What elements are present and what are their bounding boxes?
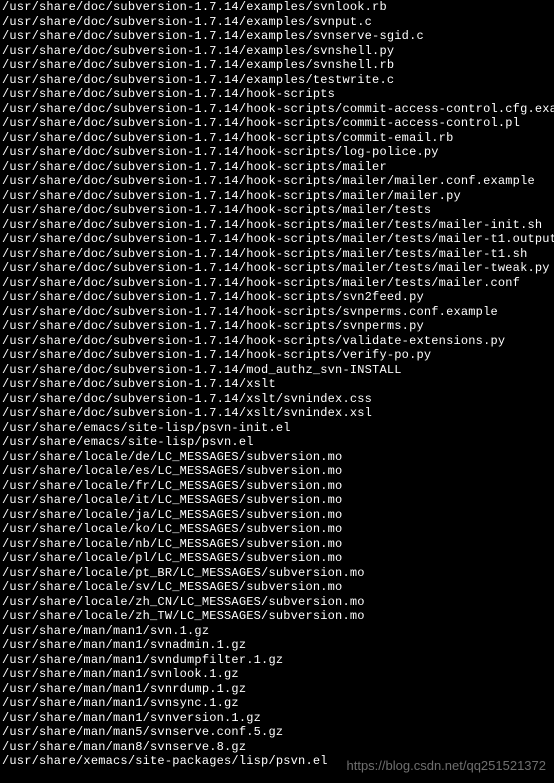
terminal-line: /usr/share/doc/subversion-1.7.14/hook-sc…: [2, 261, 552, 276]
terminal-line: /usr/share/locale/it/LC_MESSAGES/subvers…: [2, 493, 552, 508]
terminal-line: /usr/share/doc/subversion-1.7.14/hook-sc…: [2, 218, 552, 233]
terminal-line: /usr/share/man/man1/svnsync.1.gz: [2, 696, 552, 711]
terminal-line: /usr/share/doc/subversion-1.7.14/hook-sc…: [2, 203, 552, 218]
terminal-line: /usr/share/doc/subversion-1.7.14/hook-sc…: [2, 334, 552, 349]
terminal-line: /usr/share/emacs/site-lisp/psvn.el: [2, 435, 552, 450]
terminal-line: /usr/share/locale/ja/LC_MESSAGES/subvers…: [2, 508, 552, 523]
terminal-line: /usr/share/locale/zh_TW/LC_MESSAGES/subv…: [2, 609, 552, 624]
terminal-line: /usr/share/man/man1/svnadmin.1.gz: [2, 638, 552, 653]
terminal-line: /usr/share/doc/subversion-1.7.14/hook-sc…: [2, 247, 552, 262]
terminal-line: /usr/share/man/man1/svndumpfilter.1.gz: [2, 653, 552, 668]
terminal-line: /usr/share/emacs/site-lisp/psvn-init.el: [2, 421, 552, 436]
terminal-line: /usr/share/doc/subversion-1.7.14/example…: [2, 58, 552, 73]
terminal-line: /usr/share/doc/subversion-1.7.14/example…: [2, 44, 552, 59]
terminal-line: /usr/share/doc/subversion-1.7.14/hook-sc…: [2, 189, 552, 204]
terminal-line: /usr/share/doc/subversion-1.7.14/xslt: [2, 377, 552, 392]
terminal-line: /usr/share/man/man1/svn.1.gz: [2, 624, 552, 639]
terminal-line: /usr/share/doc/subversion-1.7.14/mod_aut…: [2, 363, 552, 378]
terminal-line: /usr/share/locale/fr/LC_MESSAGES/subvers…: [2, 479, 552, 494]
terminal-line: /usr/share/locale/es/LC_MESSAGES/subvers…: [2, 464, 552, 479]
terminal-line: /usr/share/doc/subversion-1.7.14/hook-sc…: [2, 116, 552, 131]
terminal-line: /usr/share/doc/subversion-1.7.14/example…: [2, 0, 552, 15]
terminal-line: /usr/share/locale/pl/LC_MESSAGES/subvers…: [2, 551, 552, 566]
terminal-line: /usr/share/doc/subversion-1.7.14/hook-sc…: [2, 290, 552, 305]
terminal-line: /usr/share/doc/subversion-1.7.14/hook-sc…: [2, 87, 552, 102]
terminal-line: /usr/share/locale/ko/LC_MESSAGES/subvers…: [2, 522, 552, 537]
terminal-line: /usr/share/doc/subversion-1.7.14/example…: [2, 29, 552, 44]
terminal-line: /usr/share/man/man1/svnrdump.1.gz: [2, 682, 552, 697]
terminal-line: /usr/share/doc/subversion-1.7.14/xslt/sv…: [2, 406, 552, 421]
terminal-line: /usr/share/locale/zh_CN/LC_MESSAGES/subv…: [2, 595, 552, 610]
terminal-line: /usr/share/doc/subversion-1.7.14/hook-sc…: [2, 232, 552, 247]
terminal-line: /usr/share/locale/sv/LC_MESSAGES/subvers…: [2, 580, 552, 595]
terminal-line: /usr/share/doc/subversion-1.7.14/example…: [2, 15, 552, 30]
terminal-line: /usr/share/man/man8/svnserve.8.gz: [2, 740, 552, 755]
terminal-line: /usr/share/doc/subversion-1.7.14/hook-sc…: [2, 348, 552, 363]
terminal-line: /usr/share/doc/subversion-1.7.14/hook-sc…: [2, 102, 552, 117]
terminal-line: /usr/share/xemacs/site-packages/lisp/psv…: [2, 754, 552, 769]
terminal-line: /usr/share/locale/de/LC_MESSAGES/subvers…: [2, 450, 552, 465]
terminal-line: /usr/share/man/man1/svnversion.1.gz: [2, 711, 552, 726]
terminal-output[interactable]: /usr/share/doc/subversion-1.7.14/example…: [0, 0, 554, 769]
terminal-line: /usr/share/doc/subversion-1.7.14/hook-sc…: [2, 131, 552, 146]
terminal-line: /usr/share/doc/subversion-1.7.14/hook-sc…: [2, 174, 552, 189]
terminal-line: /usr/share/doc/subversion-1.7.14/hook-sc…: [2, 276, 552, 291]
terminal-line: /usr/share/doc/subversion-1.7.14/example…: [2, 73, 552, 88]
terminal-line: /usr/share/doc/subversion-1.7.14/hook-sc…: [2, 145, 552, 160]
terminal-line: /usr/share/doc/subversion-1.7.14/xslt/sv…: [2, 392, 552, 407]
terminal-line: /usr/share/locale/pt_BR/LC_MESSAGES/subv…: [2, 566, 552, 581]
terminal-line: /usr/share/doc/subversion-1.7.14/hook-sc…: [2, 319, 552, 334]
terminal-line: /usr/share/doc/subversion-1.7.14/hook-sc…: [2, 160, 552, 175]
terminal-line: /usr/share/doc/subversion-1.7.14/hook-sc…: [2, 305, 552, 320]
terminal-line: /usr/share/man/man1/svnlook.1.gz: [2, 667, 552, 682]
terminal-line: /usr/share/locale/nb/LC_MESSAGES/subvers…: [2, 537, 552, 552]
terminal-line: /usr/share/man/man5/svnserve.conf.5.gz: [2, 725, 552, 740]
